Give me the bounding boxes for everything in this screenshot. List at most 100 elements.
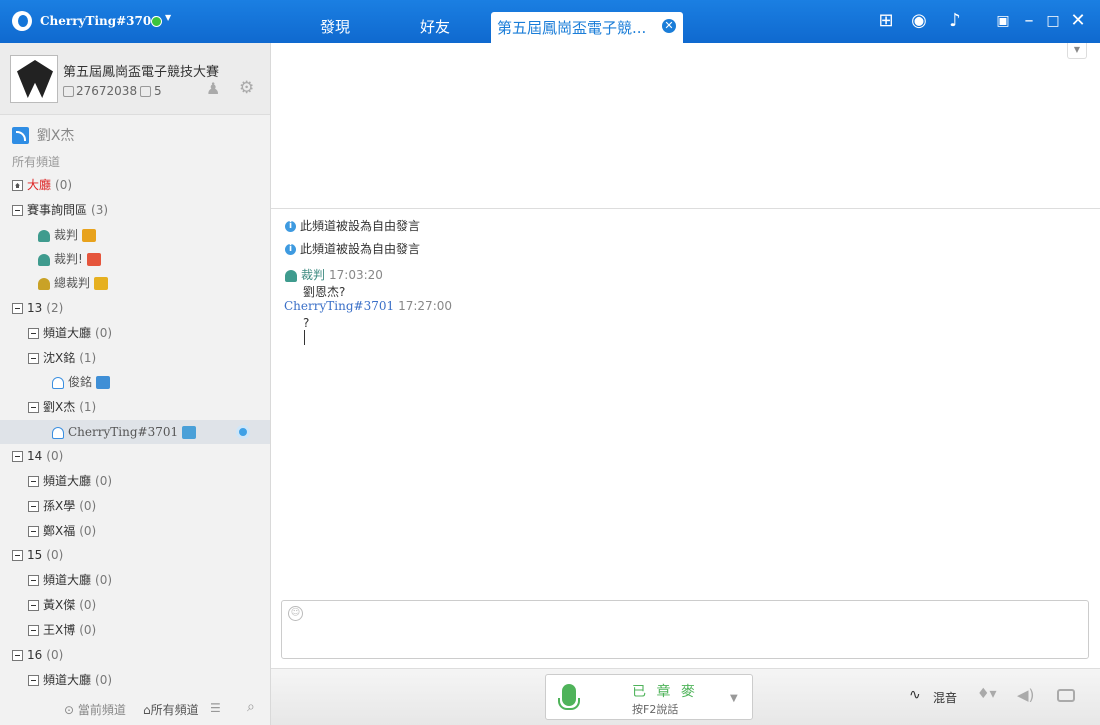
tree-item-15-huang[interactable]: 黃X傑 (0) (0, 593, 270, 617)
tree-label: 孫X學 (43, 499, 76, 513)
tab-close-icon[interactable]: ✕ (662, 19, 676, 33)
tab-channel[interactable]: 第五屆鳳崗盃電子競... ✕ (491, 12, 683, 43)
collapse-icon[interactable] (28, 328, 39, 339)
collapse-icon[interactable] (28, 675, 39, 686)
tree-label: 14 (27, 449, 43, 463)
online-status-icon[interactable] (151, 16, 162, 27)
tree-label: 16 (27, 648, 43, 662)
message-input[interactable]: ☺ (281, 600, 1089, 659)
message-header: CherryTing#3701 17:27:00 (284, 299, 452, 313)
emoji-icon[interactable]: ☺ (288, 606, 303, 621)
gear-icon[interactable]: ⚙ (239, 78, 254, 98)
collapse-icon[interactable] (28, 501, 39, 512)
collapse-icon[interactable] (28, 575, 39, 586)
tree-item-lobby[interactable]: 大廳 (0) (0, 173, 270, 197)
tree-item-15-lobby[interactable]: 頻道大廳 (0) (0, 568, 270, 592)
badge-icon (96, 376, 111, 389)
tree-label: 劉X杰 (43, 400, 76, 414)
badge-icon (82, 229, 97, 242)
home-icon (12, 180, 23, 191)
status-caret-icon[interactable]: ▼ (165, 13, 171, 22)
tree-count: (2) (46, 301, 64, 315)
collapse-icon[interactable] (28, 625, 39, 636)
tree-user-referee[interactable]: 裁判 (0, 223, 270, 247)
tab-label: 當前頻道 (77, 703, 126, 717)
mix-label[interactable]: 混音 (933, 689, 957, 706)
bell-icon[interactable]: ♪ (943, 10, 967, 32)
tree-user-chief-referee[interactable]: 總裁判 (0, 271, 270, 295)
tree-item-13[interactable]: 13 (2) (0, 296, 270, 320)
collapse-icon[interactable] (28, 526, 39, 537)
record-icon[interactable] (1057, 689, 1075, 702)
menu-icon[interactable]: ▣ (991, 10, 1015, 32)
message-time: 17:27:00 (398, 299, 453, 313)
mic-button[interactable]: 已 章 麥 按F2說話 ▼ (545, 674, 753, 720)
collapse-icon[interactable] (28, 476, 39, 487)
maximize-icon[interactable]: □ (1041, 10, 1065, 32)
tree-label: 賽事詢問區 (27, 203, 88, 217)
tree-user-referee2[interactable]: 裁判! (0, 247, 270, 271)
tree-item-14[interactable]: 14 (0) (0, 444, 270, 468)
username[interactable]: CherryTing#3701 (40, 14, 160, 28)
mic-settings-icon[interactable]: ♦▾ (977, 686, 997, 702)
gift-icon[interactable]: ⊞ (874, 10, 898, 32)
tree-count: (1) (79, 351, 97, 365)
tree-count: (0) (95, 474, 113, 488)
tree-item-14-zheng[interactable]: 鄭X福 (0) (0, 519, 270, 543)
user-icon (52, 376, 64, 389)
chief-user-icon (38, 277, 50, 290)
minimize-icon[interactable]: – (1017, 10, 1041, 32)
tree-label: 總裁判 (54, 276, 91, 290)
collapse-icon[interactable] (12, 451, 23, 462)
tree-user-self[interactable]: CherryTing#3701 (0, 420, 270, 444)
crown-badge-icon (94, 277, 109, 290)
tree-item-15-wang[interactable]: 王X博 (0) (0, 618, 270, 642)
collapse-icon[interactable] (28, 600, 39, 611)
collapse-icon[interactable] (12, 650, 23, 661)
tree-user-junming[interactable]: 俊銘 (0, 370, 270, 394)
tree-item-15[interactable]: 15 (0) (0, 543, 270, 567)
tree-item-13-shen[interactable]: 沈X銘 (1) (0, 346, 270, 370)
channel-avatar[interactable] (10, 55, 58, 103)
current-channel-row[interactable]: 劉X杰 (12, 125, 74, 145)
collapse-icon[interactable] (12, 303, 23, 314)
tree-item-16[interactable]: 16 (0) (0, 643, 270, 667)
message-sender[interactable]: 裁判 (301, 268, 325, 282)
collapse-icon[interactable] (12, 205, 23, 216)
close-window-icon[interactable]: ✕ (1066, 10, 1090, 32)
expand-dropdown-icon[interactable]: ▼ (1067, 43, 1087, 59)
speaker-icon[interactable]: ◀) (1017, 686, 1034, 704)
add-user-icon[interactable]: ♟ (206, 79, 220, 98)
tree-label: 裁判! (54, 252, 83, 266)
chevron-down-icon[interactable]: ▼ (730, 693, 738, 704)
location-pin-icon[interactable] (236, 425, 250, 439)
tree-item-13-lobby[interactable]: 頻道大廳 (0) (0, 321, 270, 345)
tab-friends[interactable]: 好友 (420, 16, 450, 37)
message-header: 裁判 17:03:20 (285, 266, 383, 283)
tree-label: 13 (27, 301, 43, 315)
tab-current-channel[interactable]: ⊙ 當前頻道 (64, 701, 126, 718)
list-view-icon[interactable]: ☰ (210, 701, 221, 715)
gamepad-icon[interactable]: ◉ (907, 10, 931, 32)
tree-item-14-sun[interactable]: 孫X學 (0) (0, 494, 270, 518)
tree-item-13-liu[interactable]: 劉X杰 (1) (0, 395, 270, 419)
main-panel: ▼ i 此頻道被設為自由發言 i 此頻道被設為自由發言 裁判 17:03:20 劉恩杰… (271, 43, 1100, 668)
message-sender[interactable]: CherryTing#3701 (284, 299, 394, 313)
collapse-icon[interactable] (28, 402, 39, 413)
collapse-icon[interactable] (28, 353, 39, 364)
waveform-icon[interactable]: ∿ (909, 687, 921, 703)
badge-icon (182, 426, 197, 439)
tab-all-channels[interactable]: ⌂所有頻道 (143, 701, 199, 718)
collapse-icon[interactable] (12, 550, 23, 561)
sidebar-bottom-bar: ⊙ 當前頻道 ⌂所有頻道 ☰ ⌕ (0, 689, 270, 725)
tab-discover[interactable]: 發現 (320, 16, 350, 37)
tree-label: 頻道大廳 (43, 326, 92, 340)
mic-hint: 按F2說話 (632, 703, 679, 716)
tree-label: 頻道大廳 (43, 474, 92, 488)
search-icon[interactable]: ⌕ (247, 699, 255, 715)
tree-item-14-lobby[interactable]: 頻道大廳 (0) (0, 469, 270, 493)
tree-item-inquiry[interactable]: 賽事詢問區 (3) (0, 198, 270, 222)
system-message: i 此頻道被設為自由發言 (285, 240, 420, 257)
microphone-icon (558, 684, 580, 710)
tree-label: 王X博 (43, 623, 76, 637)
